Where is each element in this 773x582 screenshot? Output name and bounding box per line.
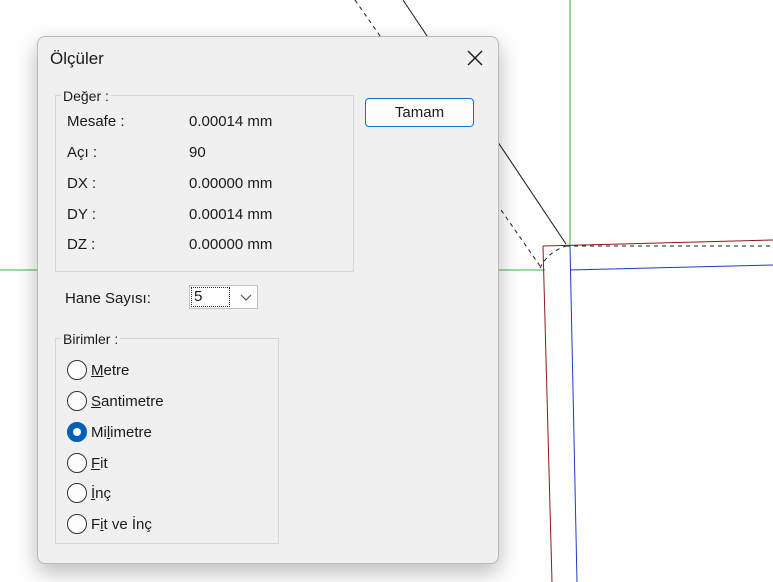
- units-groupbox: [55, 338, 279, 544]
- edge-red-vertical: [542, 245, 553, 582]
- radio-inc[interactable]: [67, 483, 87, 503]
- distance-value: 0.00014 mm: [189, 113, 273, 130]
- dialog-title: Ölçüler: [50, 49, 104, 68]
- edge-blue-vertical: [569, 245, 578, 582]
- dz-label: DZ :: [67, 236, 96, 253]
- radio-inc-label[interactable]: İnç: [91, 485, 111, 502]
- chevron-down-icon: [240, 294, 252, 301]
- value-group-legend: Değer :: [61, 88, 111, 104]
- dy-value: 0.00014 mm: [189, 206, 273, 223]
- radio-santimetre-label[interactable]: Santimetre: [91, 393, 164, 410]
- dy-label: DY :: [67, 206, 96, 223]
- decimals-label: Hane Sayısı:: [65, 290, 151, 307]
- measurements-dialog: Ölçüler Değer : Mesafe : 0.00014 mm Açı …: [37, 36, 499, 564]
- radio-santimetre[interactable]: [67, 391, 87, 411]
- decimals-dropdown[interactable]: 5: [189, 285, 258, 309]
- radio-metre[interactable]: [67, 360, 87, 380]
- radio-fit[interactable]: [67, 453, 87, 473]
- dx-label: DX :: [67, 175, 97, 192]
- ok-button[interactable]: Tamam: [365, 98, 474, 127]
- radio-metre-label[interactable]: Metre: [91, 362, 129, 379]
- close-icon: [467, 50, 483, 66]
- edge-blue-top: [569, 264, 773, 271]
- distance-label: Mesafe :: [67, 113, 125, 130]
- radio-milimetre-label[interactable]: Milimetre: [91, 424, 152, 441]
- radio-fit-ve-inc[interactable]: [67, 514, 87, 534]
- radio-milimetre[interactable]: [67, 422, 87, 442]
- radio-fit-ve-inc-label[interactable]: Fit ve İnç: [91, 516, 152, 533]
- radio-fit-label[interactable]: Fit: [91, 455, 108, 472]
- close-button[interactable]: [458, 43, 492, 73]
- decimals-value: 5: [191, 287, 230, 307]
- units-group-legend: Birimler :: [61, 331, 121, 347]
- dz-value: 0.00000 mm: [189, 236, 273, 253]
- edge-red-top: [542, 239, 773, 247]
- angle-label: Açı :: [67, 144, 98, 161]
- angle-value: 90: [189, 144, 206, 161]
- dx-value: 0.00000 mm: [189, 175, 273, 192]
